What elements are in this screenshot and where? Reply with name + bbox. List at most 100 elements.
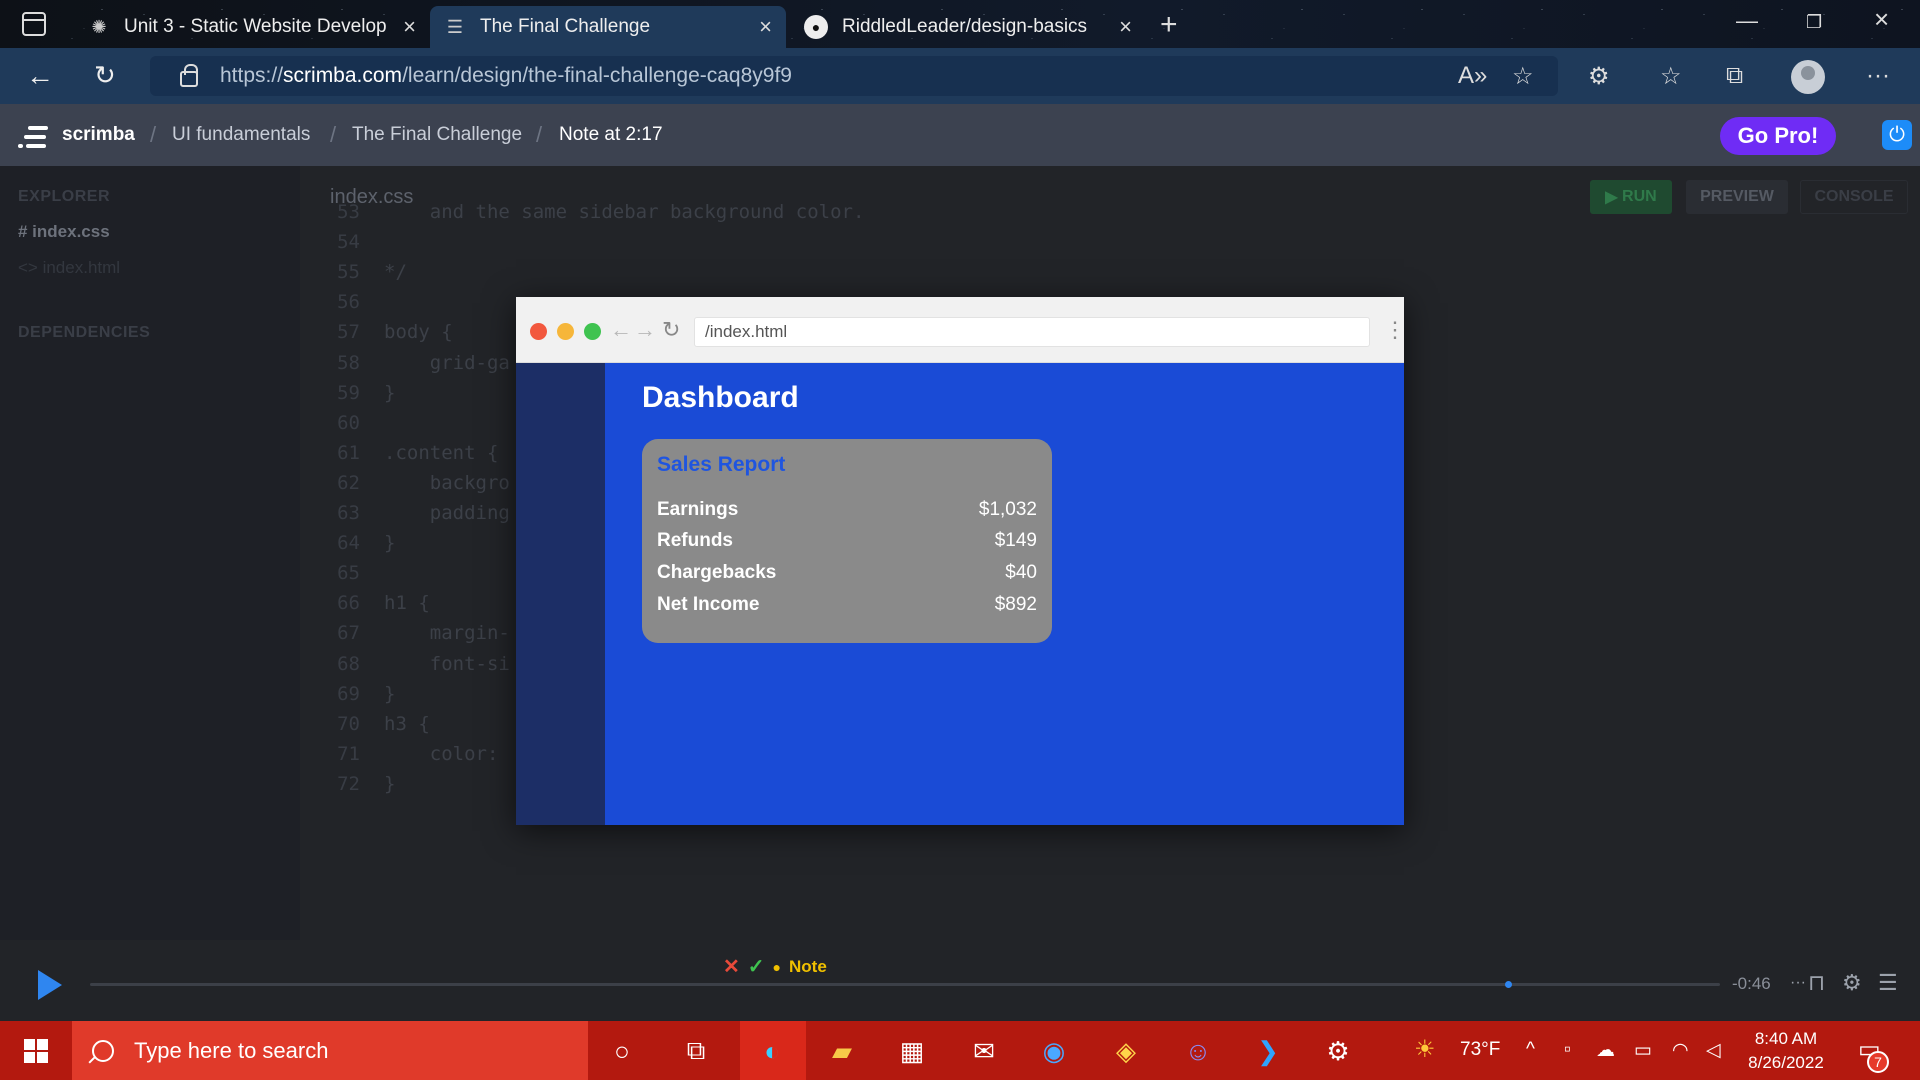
wrong-marker-icon[interactable]: ✕ <box>723 954 740 979</box>
code-line[interactable]: 55 */ <box>300 261 407 291</box>
code-line[interactable]: 68 font-si <box>300 653 510 683</box>
report-row-earnings: Earnings $1,032 <box>657 499 1037 527</box>
new-tab-button[interactable]: + <box>1160 8 1178 42</box>
back-arrow-icon[interactable]: ← <box>26 60 54 92</box>
tab-unit3[interactable]: ✺ Unit 3 - Static Website Developm × <box>74 6 430 48</box>
notification-count-badge: 7 <box>1867 1051 1889 1073</box>
python-icon[interactable]: ◈ <box>1106 1031 1146 1071</box>
code-line[interactable]: 63 padding <box>300 502 510 532</box>
breadcrumb-lesson[interactable]: The Final Challenge <box>352 124 522 146</box>
battery-icon[interactable]: ▭ <box>1634 1039 1652 1062</box>
code-line[interactable]: 71 color: <box>300 743 498 773</box>
preview-button[interactable]: PREVIEW <box>1686 180 1788 214</box>
close-icon[interactable]: × <box>403 14 416 40</box>
player-bar: ✕ ✓ ● Note -0:46 ··· ⊓ ⚙ ☰ <box>0 940 1920 1021</box>
power-icon[interactable]: ⏻ <box>1882 120 1912 150</box>
mail-icon[interactable]: ✉ <box>964 1031 1004 1071</box>
console-button[interactable]: CONSOLE <box>1800 180 1908 214</box>
line-number: 58 <box>337 351 360 374</box>
code-line[interactable]: 64} <box>300 532 395 562</box>
settings-gear-icon[interactable]: ⚙ <box>1842 970 1862 996</box>
preview-forward-icon[interactable]: → <box>634 317 656 343</box>
scrimba-logo-text[interactable]: scrimba <box>62 124 135 146</box>
code-line[interactable]: 67 margin- <box>300 622 510 652</box>
correct-marker-icon[interactable]: ✓ <box>748 954 765 979</box>
code-line[interactable]: 60 <box>300 412 384 442</box>
close-icon[interactable]: × <box>1119 14 1132 40</box>
breadcrumb-separator: / <box>536 122 543 147</box>
code-line[interactable]: 53 and the same sidebar background color… <box>300 201 864 231</box>
show-hidden-icons-icon[interactable]: ^ <box>1526 1039 1535 1061</box>
breadcrumb-course[interactable]: UI fundamentals <box>172 124 310 146</box>
url-text[interactable]: https://scrimba.com/learn/design/the-fin… <box>220 64 792 88</box>
note-marker-label[interactable]: Note <box>789 957 827 977</box>
read-aloud-icon[interactable]: A» <box>1458 62 1487 90</box>
taskbar-search[interactable]: Type here to search <box>72 1021 588 1080</box>
go-pro-button[interactable]: Go Pro! <box>1720 117 1836 155</box>
wifi-icon[interactable]: ◠ <box>1672 1039 1689 1062</box>
code-line[interactable]: 70 h3 { <box>300 713 430 743</box>
play-icon[interactable] <box>38 970 62 1000</box>
code-line[interactable]: 65 <box>300 562 384 592</box>
row-value: $149 <box>994 530 1037 551</box>
preview-url-field[interactable]: /index.html <box>694 317 1370 347</box>
menu-icon[interactable]: ☰ <box>1878 970 1898 996</box>
weather-temperature[interactable]: 73°F <box>1460 1039 1500 1061</box>
progress-track[interactable] <box>90 983 1720 986</box>
code-line[interactable]: 56 <box>300 291 384 321</box>
volume-icon[interactable]: ◁ <box>1706 1039 1721 1062</box>
code-line[interactable]: 59} <box>300 382 395 412</box>
more-icon[interactable]: ··· <box>1790 974 1806 992</box>
windows-start-icon[interactable] <box>24 1039 48 1063</box>
code-line[interactable]: 61 .content { <box>300 442 498 472</box>
discord-icon[interactable]: ☺ <box>1178 1031 1218 1071</box>
tray-app-icon[interactable]: ▫ <box>1564 1039 1571 1061</box>
address-bar[interactable]: https://scrimba.com/learn/design/the-fin… <box>150 56 1558 96</box>
file-index-html[interactable]: <> index.html <box>18 258 120 278</box>
file-index-css[interactable]: # index.css <box>18 222 110 242</box>
vscode-icon[interactable]: ❯ <box>1248 1031 1288 1071</box>
restore-button[interactable]: ❐ <box>1806 12 1822 33</box>
preview-back-icon[interactable]: ← <box>610 317 632 343</box>
file-explorer-icon[interactable]: ▰ <box>822 1031 862 1071</box>
code-line[interactable]: 57 body { <box>300 321 453 351</box>
microsoft-store-icon[interactable]: ▦ <box>892 1031 932 1071</box>
breadcrumb-note: Note at 2:17 <box>559 124 663 145</box>
weather-icon[interactable]: ☀ <box>1414 1035 1436 1064</box>
more-menu-icon[interactable]: ··· <box>1866 62 1890 90</box>
bookmark-icon[interactable]: ⊓ <box>1808 970 1825 996</box>
preview-refresh-icon[interactable]: ↻ <box>662 317 680 343</box>
tab-actions-icon[interactable] <box>22 12 46 36</box>
tab-final-challenge[interactable]: ☰ The Final Challenge × <box>430 6 786 48</box>
cortana-icon[interactable]: ○ <box>602 1031 642 1071</box>
system-clock[interactable]: 8:40 AM 8/26/2022 <box>1740 1027 1832 1075</box>
onedrive-icon[interactable]: ☁ <box>1596 1039 1615 1062</box>
task-view-icon[interactable]: ⧉ <box>676 1031 716 1071</box>
app-icon[interactable]: ◉ <box>1034 1031 1074 1071</box>
edge-icon[interactable]: ◐ <box>752 1031 792 1071</box>
code-line[interactable]: 54 <box>300 231 384 261</box>
close-window-button[interactable]: × <box>1874 4 1889 35</box>
code-line[interactable]: 62 backgro <box>300 472 510 502</box>
note-marker-icon[interactable]: ● <box>773 959 781 975</box>
tab-github[interactable]: ● RiddledLeader/design-basics × <box>790 6 1146 48</box>
lock-icon[interactable] <box>180 64 198 87</box>
progress-knob[interactable] <box>1505 981 1513 988</box>
code-line[interactable]: 72} <box>300 773 395 803</box>
collections-icon[interactable]: ⧉ <box>1726 62 1743 90</box>
close-icon[interactable]: × <box>759 14 772 40</box>
refresh-icon[interactable]: ↻ <box>94 60 116 91</box>
scrimba-logo-icon[interactable] <box>18 126 48 148</box>
preview-menu-icon[interactable]: ⋮ <box>1384 317 1406 343</box>
code-line[interactable]: 69} <box>300 683 395 713</box>
add-favorite-icon[interactable]: ☆ <box>1512 62 1534 91</box>
dashboard-title: Dashboard <box>642 381 799 414</box>
profile-avatar[interactable] <box>1791 60 1825 94</box>
favorites-icon[interactable]: ☆ <box>1660 62 1682 91</box>
extensions-icon[interactable]: ⚙ <box>1588 62 1610 91</box>
minimize-button[interactable]: — <box>1736 8 1758 34</box>
code-line[interactable]: 66 h1 { <box>300 592 430 622</box>
run-button[interactable]: ▶ RUN <box>1590 180 1672 214</box>
settings-icon[interactable]: ⚙ <box>1318 1031 1358 1071</box>
code-line[interactable]: 58 grid-ga <box>300 352 510 382</box>
